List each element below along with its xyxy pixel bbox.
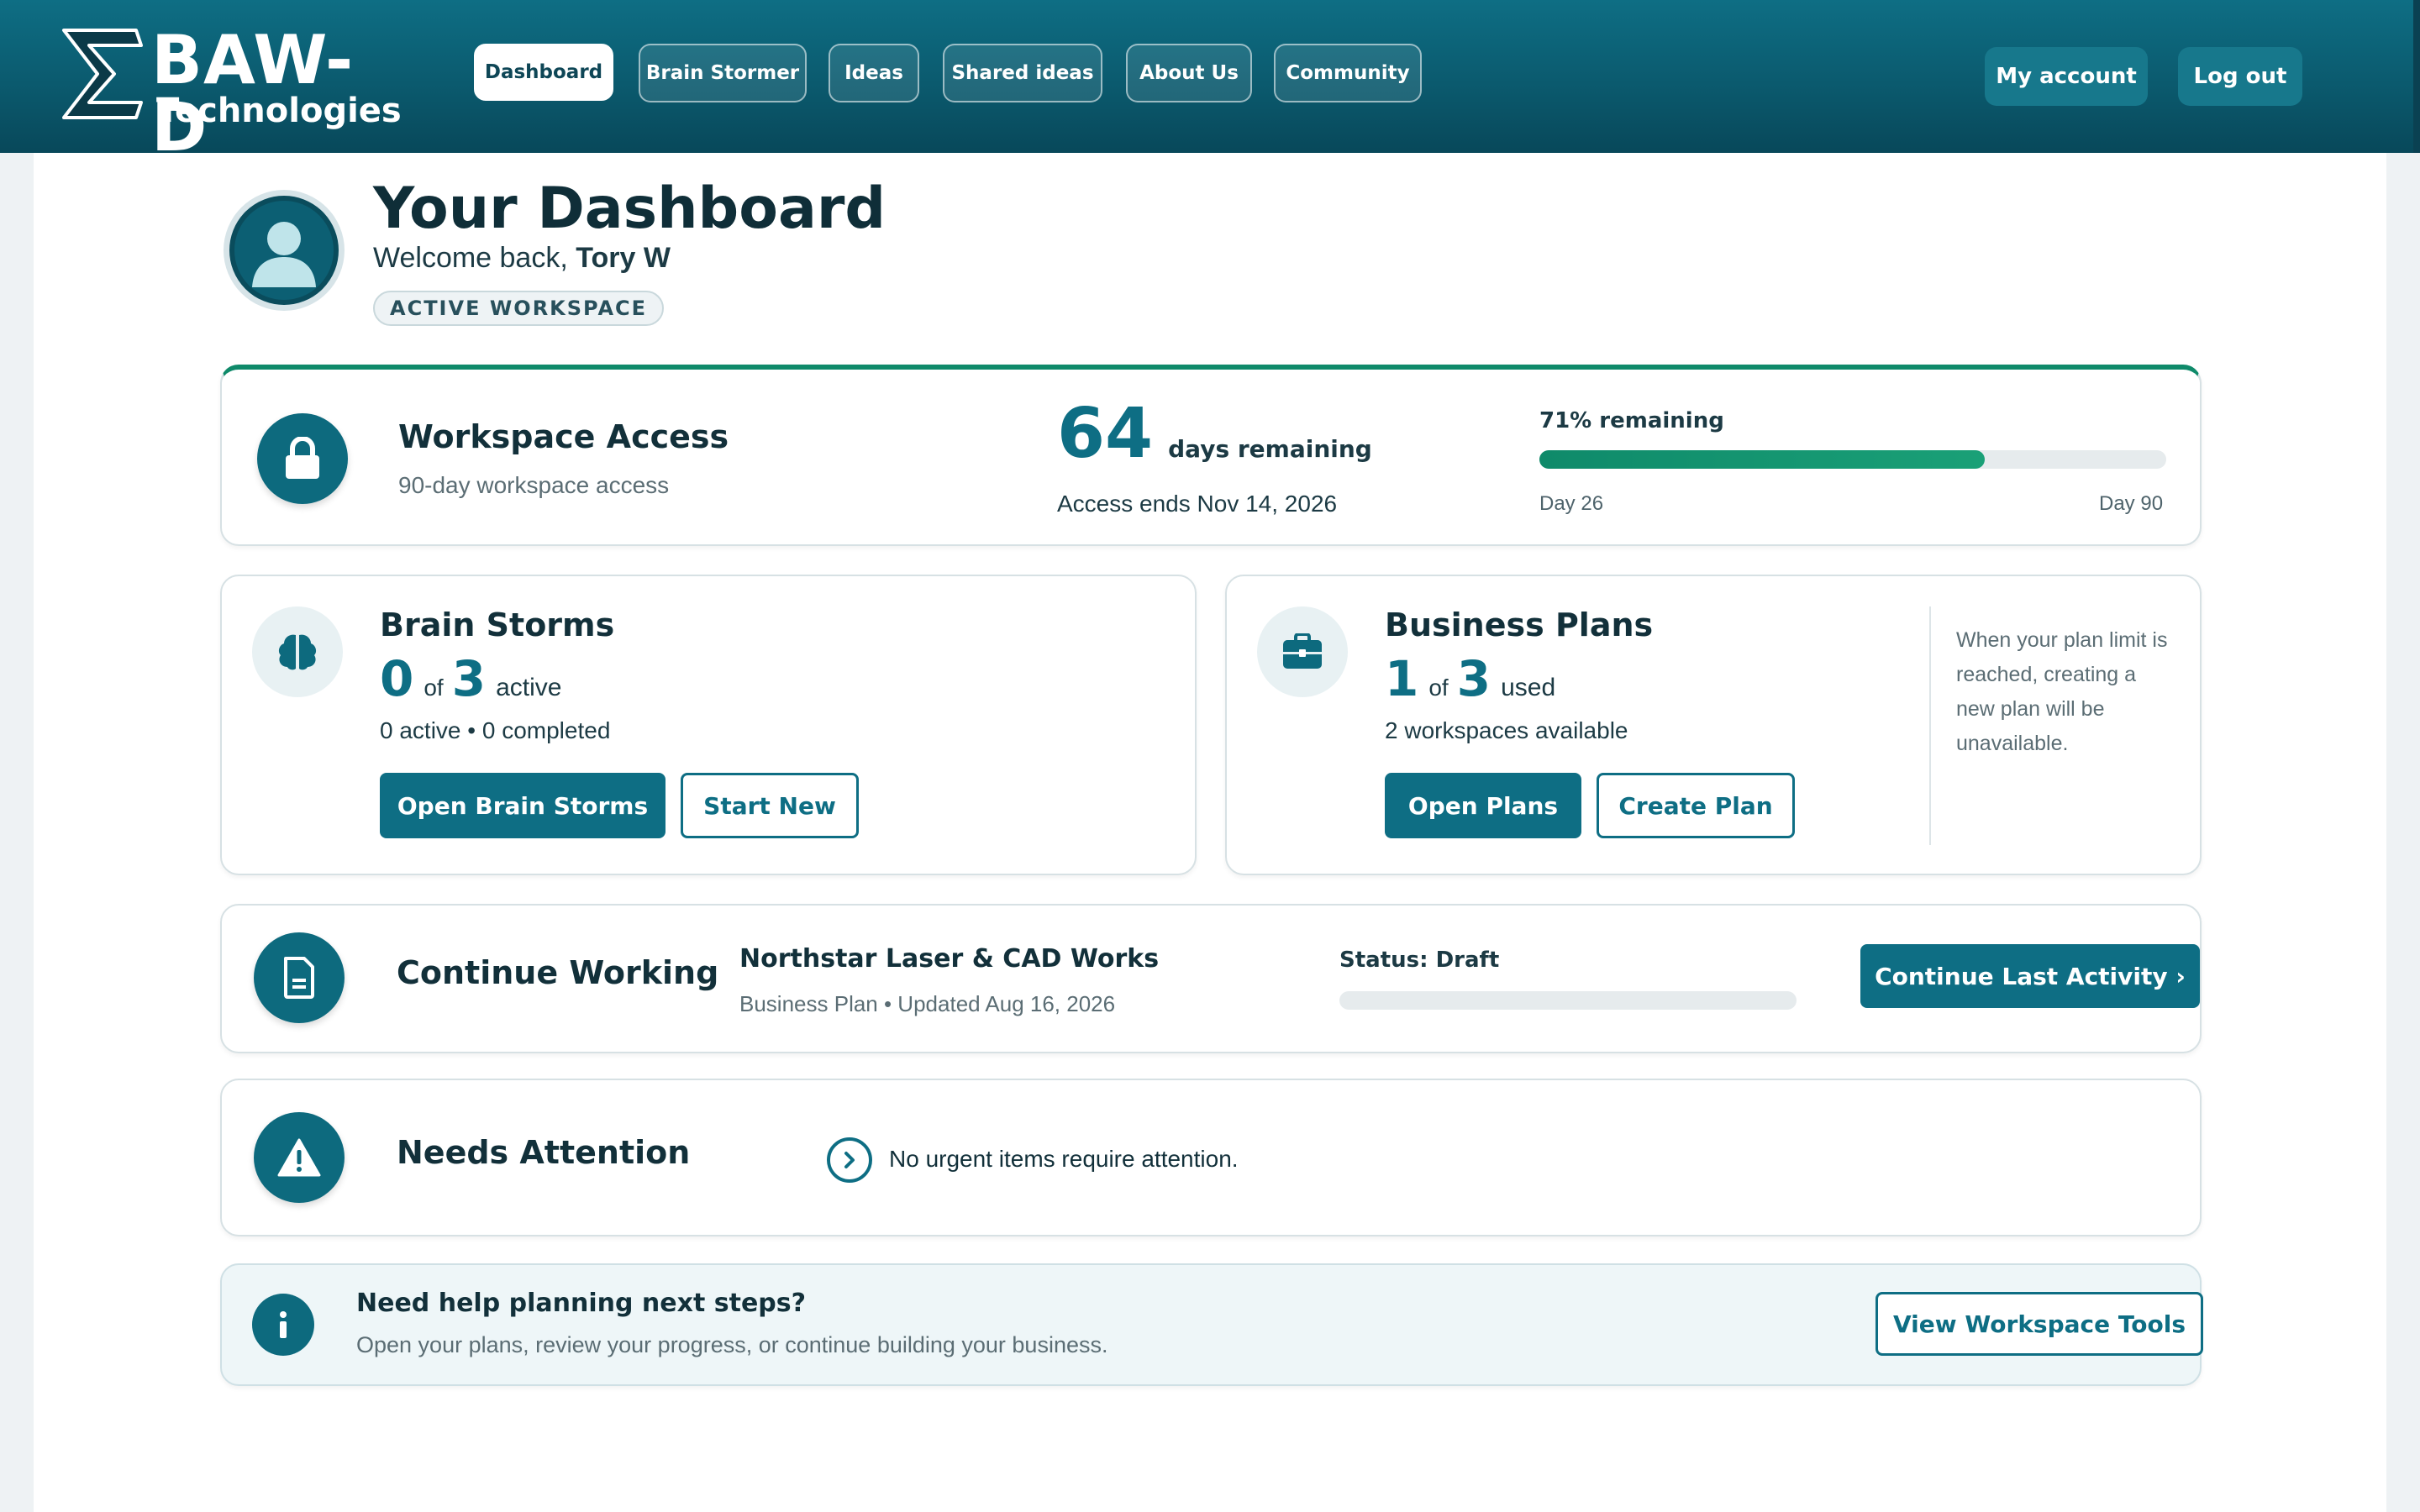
plans-detail: 2 workspaces available xyxy=(1385,717,1628,743)
brand-logo[interactable]: BAW-D Technologies xyxy=(59,24,402,161)
plans-total: 3 xyxy=(1456,650,1491,707)
nav-dashboard[interactable]: Dashboard xyxy=(474,44,613,101)
needs-attention-card: Needs Attention No urgent items require … xyxy=(220,1079,2202,1236)
project-name[interactable]: Northstar Laser & CAD Works xyxy=(739,944,1159,974)
welcome-prefix: Welcome back, xyxy=(373,242,576,274)
nav-about-us[interactable]: About Us xyxy=(1126,44,1252,102)
document-icon xyxy=(254,932,345,1023)
help-text: Open your plans, review your progress, o… xyxy=(356,1332,1108,1357)
divider xyxy=(1929,606,1931,845)
brainstorms-title: Brain Storms xyxy=(380,606,615,643)
open-brainstorms-button[interactable]: Open Brain Storms xyxy=(380,773,666,838)
plans-of: of xyxy=(1428,675,1449,701)
brainstorms-total: 3 xyxy=(451,650,487,707)
nav-community[interactable]: Community xyxy=(1274,44,1422,102)
progress-start-label: Day 26 xyxy=(1539,492,1604,515)
view-workspace-tools-button[interactable]: View Workspace Tools xyxy=(1876,1292,2203,1356)
open-plans-button[interactable]: Open Plans xyxy=(1385,773,1581,838)
brainstorms-unit: active xyxy=(496,674,562,701)
project-status: Status: Draft xyxy=(1339,948,1500,973)
continue-last-activity-button[interactable]: Continue Last Activity › xyxy=(1860,944,2200,1008)
project-meta: Business Plan • Updated Aug 16, 2026 xyxy=(739,991,1116,1016)
continue-working-card: Continue Working Northstar Laser & CAD W… xyxy=(220,904,2202,1053)
plan-limit-note: When your plan limit is reached, creatin… xyxy=(1956,628,2168,755)
access-progress-fill xyxy=(1539,450,1985,469)
days-remaining: 64 days remaining xyxy=(1057,400,1372,469)
lock-icon xyxy=(257,413,348,504)
user-name: Tory W xyxy=(576,242,671,274)
briefcase-icon xyxy=(1257,606,1348,697)
avatar xyxy=(224,190,345,311)
welcome-text: Welcome back, Tory W xyxy=(373,242,671,275)
nav-shared-ideas[interactable]: Shared ideas xyxy=(943,44,1102,102)
sigma-logo-icon xyxy=(62,29,143,119)
business-plans-card: Business Plans 1 of 3 used 2 workspaces … xyxy=(1225,575,2202,875)
nav-brain-stormer[interactable]: Brain Stormer xyxy=(639,44,807,102)
info-icon xyxy=(252,1294,314,1356)
help-banner: Need help planning next steps? Open your… xyxy=(220,1263,2203,1386)
page-title: Your Dashboard xyxy=(373,176,886,242)
brand-subtitle: Technologies xyxy=(156,92,402,130)
user-icon xyxy=(229,196,339,305)
remaining-percent-label: 71% remaining xyxy=(1539,408,1724,433)
status-progress-bar xyxy=(1339,991,1797,1010)
warning-icon xyxy=(254,1112,345,1203)
brainstorms-card: Brain Storms 0 of 3 active 0 active • 0 … xyxy=(220,575,1197,875)
scrollbar[interactable] xyxy=(2413,0,2420,153)
brainstorms-detail: 0 active • 0 completed xyxy=(380,717,611,743)
my-account-button[interactable]: My account xyxy=(1985,47,2148,106)
plans-unit: used xyxy=(1501,674,1556,701)
start-new-button[interactable]: Start New xyxy=(681,773,859,838)
days-remaining-value: 64 xyxy=(1057,394,1154,474)
brain-icon xyxy=(252,606,343,697)
access-subtitle: 90-day workspace access xyxy=(398,472,670,498)
access-progress-bar xyxy=(1539,450,2166,469)
brainstorms-count: 0 of 3 active xyxy=(380,650,561,707)
logout-button[interactable]: Log out xyxy=(2178,47,2302,106)
needs-attention-title: Needs Attention xyxy=(397,1134,691,1171)
dashboard-main: Your Dashboard Welcome back, Tory W ACTI… xyxy=(34,153,2386,1512)
business-plans-title: Business Plans xyxy=(1385,606,1654,643)
access-end-date: Access ends Nov 14, 2026 xyxy=(1057,491,1338,517)
brainstorms-of: of xyxy=(424,675,444,701)
status-badge: ACTIVE WORKSPACE xyxy=(373,291,665,326)
create-plan-button[interactable]: Create Plan xyxy=(1597,773,1795,838)
top-navbar: BAW-D Technologies Dashboard Brain Storm… xyxy=(0,0,2420,161)
brainstorms-count-value: 0 xyxy=(380,650,414,707)
chevron-right-circle-icon xyxy=(827,1137,872,1183)
attention-message: No urgent items require attention. xyxy=(889,1146,1239,1172)
nav-ideas[interactable]: Ideas xyxy=(829,44,919,102)
plans-count: 1 of 3 used xyxy=(1385,650,1555,707)
progress-end-label: Day 90 xyxy=(2099,492,2164,515)
plans-count-value: 1 xyxy=(1385,650,1419,707)
continue-working-title: Continue Working xyxy=(397,954,719,991)
workspace-access-card: Workspace Access 90-day workspace access… xyxy=(220,365,2202,546)
access-title: Workspace Access xyxy=(398,418,729,455)
days-remaining-label: days remaining xyxy=(1168,435,1372,463)
help-title: Need help planning next steps? xyxy=(356,1289,807,1318)
